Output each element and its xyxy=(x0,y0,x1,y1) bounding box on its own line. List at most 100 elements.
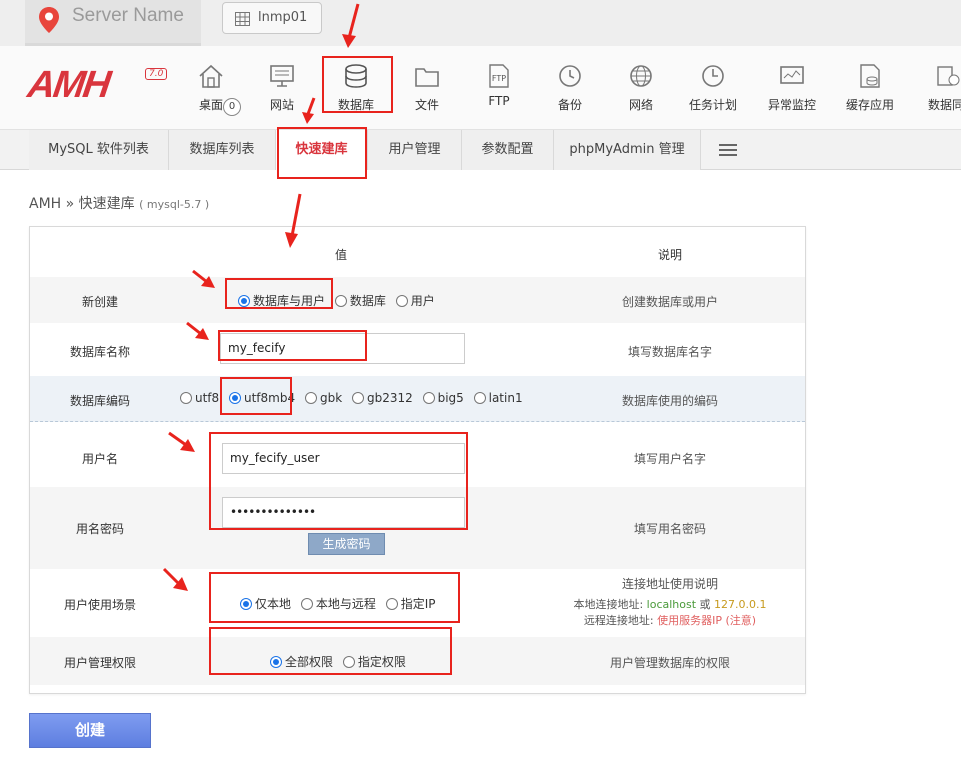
nav-monitor[interactable]: 异常监控 xyxy=(760,46,824,130)
backup-clock-icon xyxy=(559,65,581,87)
create-type-label: 新创建 xyxy=(81,295,118,309)
nav-label: 异常监控 xyxy=(767,98,816,112)
nav-website[interactable]: 网站 xyxy=(253,46,311,130)
column-header-desc: 说明 xyxy=(658,248,683,262)
tab-quick-create[interactable]: 快速建库 xyxy=(276,130,368,170)
create-button[interactable]: 创建 xyxy=(29,713,151,748)
server-name: Server Name xyxy=(72,5,184,26)
option-utf8[interactable]: utf8 xyxy=(180,391,219,405)
nav-files[interactable]: 文件 xyxy=(398,46,456,130)
amh-logo: AMH xyxy=(25,64,112,106)
radio-db-and-user[interactable] xyxy=(238,295,250,307)
option-user-only[interactable]: 用户 xyxy=(395,294,435,308)
option-specific-ip[interactable]: 指定IP xyxy=(385,597,436,611)
option-db-and-user[interactable]: 数据库与用户 xyxy=(238,294,325,308)
server-bar: Server Name lnmp01 xyxy=(0,0,961,46)
db-name-desc: 填写数据库名字 xyxy=(627,345,712,359)
database-icon xyxy=(345,64,367,88)
local-ip: 127.0.0.1 xyxy=(714,598,767,611)
radio-user-only[interactable] xyxy=(395,295,408,307)
nav-sync[interactable]: 数据同 xyxy=(918,46,961,130)
nav-label: 网络 xyxy=(628,98,653,112)
nav-backup[interactable]: 备份 xyxy=(541,46,599,130)
radio-latin1[interactable] xyxy=(473,392,486,404)
db-charset-label: 数据库编码 xyxy=(69,394,130,408)
nav-label: 数据库 xyxy=(337,98,374,112)
db-name-input[interactable]: my_fecify xyxy=(220,333,465,364)
tab-mysql-software[interactable]: MySQL 软件列表 xyxy=(29,130,169,170)
nav-label: 任务计划 xyxy=(688,98,737,112)
monitor-graph-icon xyxy=(780,66,804,84)
option-db-only[interactable]: 数据库 xyxy=(334,294,386,308)
option-utf8mb4[interactable]: utf8mb4 xyxy=(229,391,295,405)
nav-label: 网站 xyxy=(269,98,294,112)
option-label: 指定IP xyxy=(400,597,436,611)
host-button[interactable]: lnmp01 xyxy=(222,2,322,34)
column-header-value: 值 xyxy=(335,248,348,262)
nav-label: 数据同 xyxy=(928,98,961,112)
radio-specific-privileges[interactable] xyxy=(342,656,355,668)
nav-desktop[interactable]: 桌面 xyxy=(182,46,240,130)
breadcrumb-root[interactable]: AMH xyxy=(29,196,61,212)
option-label: 用户 xyxy=(410,294,435,308)
sub-nav: MySQL 软件列表 数据库列表 快速建库 用户管理 参数配置 phpMyAdm… xyxy=(0,130,961,170)
row-password: 用名密码 •••••••••••••• 填写用名密码 xyxy=(30,487,805,569)
hamburger-menu-icon[interactable] xyxy=(718,142,738,158)
nav-cron[interactable]: 任务计划 xyxy=(682,46,744,130)
remote-value: 使用服务器IP (注意) xyxy=(657,614,757,627)
quick-create-form: 值 说明 新创建 数据库与用户 数据库 用户 创建数据库或用户 数据库名称 my… xyxy=(29,226,806,694)
nav-label: 缓存应用 xyxy=(845,98,894,112)
sync-icon xyxy=(937,66,960,86)
option-local-only[interactable]: 仅本地 xyxy=(240,597,291,611)
nav-cache[interactable]: 缓存应用 xyxy=(838,46,902,130)
radio-utf8mb4[interactable] xyxy=(229,392,241,404)
nav-database[interactable]: 数据库 xyxy=(326,46,386,130)
option-local-remote[interactable]: 本地与远程 xyxy=(300,597,376,611)
row-user-scope: 用户使用场景 仅本地 本地与远程 指定IP 连接地址使用说明 本地连接地址: l… xyxy=(30,569,805,637)
nav-network[interactable]: 网络 xyxy=(612,46,670,130)
row-create-type: 新创建 数据库与用户 数据库 用户 创建数据库或用户 xyxy=(30,277,805,323)
tab-db-list[interactable]: 数据库列表 xyxy=(169,130,276,170)
option-gbk[interactable]: gbk xyxy=(304,391,343,405)
option-all-privileges[interactable]: 全部权限 xyxy=(270,655,333,669)
remote-prefix: 远程连接地址: xyxy=(583,614,658,627)
row-username: 用户名 my_fecify_user 填写用户名字 xyxy=(30,423,805,487)
option-latin1[interactable]: latin1 xyxy=(473,391,523,405)
location-pin-icon xyxy=(39,7,59,33)
globe-icon xyxy=(630,65,652,87)
server-selector[interactable]: Server Name xyxy=(25,0,201,46)
logo-version: 7.0 xyxy=(145,68,168,80)
radio-big5[interactable] xyxy=(422,392,435,404)
tab-param-config[interactable]: 参数配置 xyxy=(462,130,554,170)
radio-gb2312[interactable] xyxy=(351,392,364,404)
radio-local-only[interactable] xyxy=(240,598,252,610)
radio-utf8[interactable] xyxy=(180,392,192,404)
nav-label: 文件 xyxy=(414,98,439,112)
scope-local-address: 本地连接地址: localhost 或 127.0.0.1 xyxy=(550,596,790,612)
option-label: gbk xyxy=(319,391,343,405)
option-big5[interactable]: big5 xyxy=(422,391,464,405)
tab-user-management[interactable]: 用户管理 xyxy=(368,130,462,170)
privilege-label: 用户管理权限 xyxy=(63,656,136,670)
option-label: 数据库与用户 xyxy=(253,294,326,308)
tab-phpmyadmin[interactable]: phpMyAdmin 管理 xyxy=(554,130,701,170)
row-db-charset: 数据库编码 utf8 utf8mb4 gbk gb2312 big5 latin… xyxy=(30,376,805,422)
row-privilege: 用户管理权限 全部权限 指定权限 用户管理数据库的权限 xyxy=(30,637,805,685)
desktop-count-badge: 0 xyxy=(223,98,241,116)
monitor-icon xyxy=(270,65,294,87)
password-desc: 填写用名密码 xyxy=(633,522,706,536)
ftp-icon: FTP xyxy=(489,64,509,88)
username-label: 用户名 xyxy=(81,452,118,466)
radio-specific-ip[interactable] xyxy=(385,598,398,610)
radio-gbk[interactable] xyxy=(304,392,317,404)
radio-local-remote[interactable] xyxy=(300,598,313,610)
password-input[interactable]: •••••••••••••• xyxy=(222,497,465,528)
radio-db-only[interactable] xyxy=(334,295,347,307)
radio-all-privileges[interactable] xyxy=(270,656,282,668)
username-input[interactable]: my_fecify_user xyxy=(222,443,465,474)
option-specific-privileges[interactable]: 指定权限 xyxy=(342,655,406,669)
nav-ftp[interactable]: FTP FTP xyxy=(470,46,528,130)
generate-password-button[interactable]: 生成密码 xyxy=(308,533,385,555)
option-gb2312[interactable]: gb2312 xyxy=(351,391,413,405)
option-label: 仅本地 xyxy=(255,597,292,611)
